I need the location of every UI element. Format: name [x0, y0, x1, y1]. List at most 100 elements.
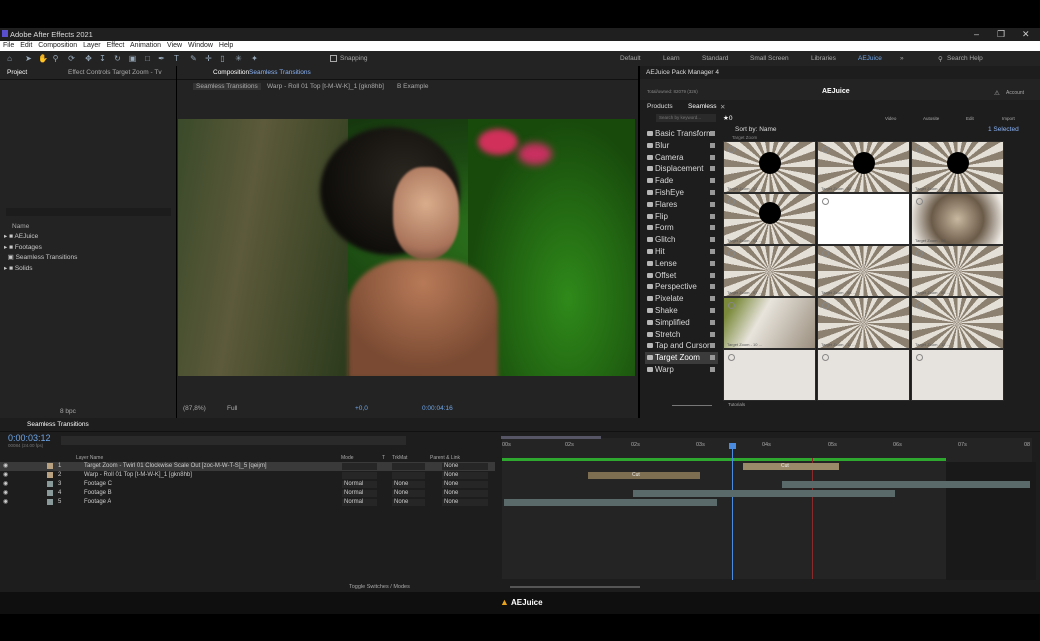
resolution-dropdown[interactable]: Full — [227, 405, 237, 412]
preset-select-icon[interactable] — [916, 198, 923, 205]
work-area-bar[interactable] — [502, 458, 946, 461]
preset-thumbnail[interactable] — [723, 349, 816, 401]
layer-mode[interactable]: Normal — [342, 481, 377, 488]
menu-animation[interactable]: Animation — [130, 42, 161, 49]
layer-row[interactable]: ◉ 4 Footage B Normal None None — [0, 489, 495, 498]
close-tab-icon[interactable]: ✕ — [720, 103, 725, 111]
eye-icon[interactable]: ◉ — [3, 471, 8, 480]
category-favorite-icon[interactable] — [710, 178, 715, 184]
bpc-label[interactable]: 8 bpc — [60, 408, 76, 415]
layer-parent[interactable]: None — [442, 472, 488, 479]
category-target-zoom[interactable]: Target Zoom — [645, 352, 718, 364]
category-favorite-icon[interactable] — [710, 154, 715, 160]
category-offset[interactable]: Offset — [645, 270, 718, 282]
more-workspaces-icon[interactable]: » — [900, 55, 904, 62]
preset-thumbnail[interactable]: Target Zoom - 01 ... — [723, 141, 816, 193]
category-form[interactable]: Form — [645, 222, 718, 234]
toggle-switches-modes[interactable]: Toggle Switches / Modes — [349, 584, 410, 590]
category-fade[interactable]: Fade — [645, 175, 718, 187]
project-search-input[interactable] — [6, 208, 171, 216]
workspace-aejuice[interactable]: AEJuice — [858, 55, 882, 62]
breadcrumb-seamless[interactable]: Seamless Transitions — [193, 83, 261, 90]
layer-mode[interactable] — [342, 463, 377, 470]
tab-project[interactable]: Project — [7, 69, 27, 76]
eraser-tool-icon[interactable]: ▯ — [218, 54, 227, 63]
close-icon[interactable]: ✕ — [1022, 29, 1030, 40]
selection-tool-icon[interactable]: ➤ — [24, 54, 33, 63]
preset-select-icon[interactable] — [728, 302, 735, 309]
tab-products[interactable]: Products — [647, 103, 673, 110]
action-import[interactable]: Import — [1002, 116, 1015, 121]
clip-footage-c[interactable] — [782, 481, 1030, 488]
category-favorite-icon[interactable] — [710, 296, 715, 302]
workspace-small-screen[interactable]: Small Screen — [750, 55, 789, 62]
layer-row[interactable]: ◉ 5 Footage A Normal None None — [0, 498, 495, 507]
category-favorite-icon[interactable] — [710, 366, 715, 372]
composition-viewer[interactable] — [178, 119, 635, 376]
roto-tool-icon[interactable]: ✳ — [234, 54, 243, 63]
preset-select-icon[interactable] — [728, 146, 735, 153]
eye-icon[interactable]: ◉ — [3, 489, 8, 498]
rectangle-tool-icon[interactable]: □ — [143, 54, 152, 63]
layer-trkmat[interactable]: None — [392, 481, 425, 488]
category-displacement[interactable]: Displacement — [645, 163, 718, 175]
clone-tool-icon[interactable]: ✛ — [204, 54, 213, 63]
zoom-tool-icon[interactable]: ⚲ — [51, 54, 60, 63]
category-favorite-icon[interactable] — [710, 355, 715, 361]
tutorials-link[interactable]: Tutorials — [728, 402, 745, 407]
layer-color-label[interactable] — [47, 490, 53, 496]
preset-thumbnail[interactable]: Target Zoom - 06 ... — [911, 193, 1004, 245]
preset-thumbnail[interactable]: Target Zoom - 08 ... — [817, 245, 910, 297]
preset-thumbnail[interactable] — [911, 349, 1004, 401]
action-edit[interactable]: Edit — [966, 116, 974, 121]
puppet-tool-icon[interactable]: ✦ — [250, 54, 259, 63]
layer-trkmat[interactable] — [392, 472, 425, 479]
dolly-tool-icon[interactable]: ↧ — [98, 54, 107, 63]
pan-tool-icon[interactable]: ✥ — [84, 54, 93, 63]
timeline-timecode[interactable]: 0:00:03:12 — [8, 433, 51, 443]
category-favorite-icon[interactable] — [710, 131, 715, 136]
category-favorite-icon[interactable] — [710, 260, 715, 266]
category-favorite-icon[interactable] — [710, 213, 715, 219]
layer-mode[interactable]: Normal — [342, 499, 377, 506]
preset-select-icon[interactable] — [822, 302, 829, 309]
category-warp[interactable]: Warp — [645, 364, 718, 376]
preset-thumbnail[interactable]: Target Zoom - 02 ... — [817, 141, 910, 193]
clip-layer-1[interactable]: Cut — [743, 463, 839, 470]
category-shake[interactable]: Shake — [645, 305, 718, 317]
layer-parent[interactable]: None — [442, 490, 488, 497]
menu-layer[interactable]: Layer — [83, 42, 101, 49]
preset-select-icon[interactable] — [728, 250, 735, 257]
category-favorite-icon[interactable] — [710, 237, 715, 243]
preset-thumbnail[interactable]: Target Zoom - 04 ... — [723, 193, 816, 245]
pack-search-input[interactable]: Search by keyword... — [656, 114, 716, 122]
search-help-input[interactable]: Search Help — [947, 55, 983, 62]
action-video[interactable]: Video — [885, 116, 896, 121]
category-favorite-icon[interactable] — [710, 201, 715, 207]
timeline-search-input[interactable] — [61, 436, 406, 445]
preset-thumbnail[interactable]: Target Zoom - 12 ... — [911, 297, 1004, 349]
clip-footage-b[interactable] — [633, 490, 895, 497]
pen-tool-icon[interactable]: ✒ — [157, 54, 166, 63]
category-favorite-icon[interactable] — [710, 343, 715, 349]
orbit-tool-icon[interactable]: ⟳ — [67, 54, 76, 63]
category-favorite-icon[interactable] — [710, 319, 715, 325]
breadcrumb-example[interactable]: B Example — [397, 83, 428, 90]
clip-layer-2[interactable]: Cut — [588, 472, 700, 479]
preset-thumbnail[interactable]: Target Zoom - 11 ... — [817, 297, 910, 349]
preset-select-icon[interactable] — [916, 354, 923, 361]
bell-icon[interactable]: ⚠ — [994, 89, 1000, 97]
layer-parent[interactable]: None — [442, 499, 488, 506]
menu-effect[interactable]: Effect — [107, 42, 125, 49]
work-area-top-bar[interactable] — [501, 436, 601, 439]
category-blur[interactable]: Blur — [645, 140, 718, 152]
tab-composition-name[interactable]: Seamless Transitions — [249, 69, 311, 76]
category-favorite-icon[interactable] — [710, 307, 715, 313]
category-favorite-icon[interactable] — [710, 142, 715, 148]
project-item-solids[interactable]: ▸ ■ Solids — [4, 264, 174, 275]
menu-view[interactable]: View — [167, 42, 182, 49]
layer-mode[interactable] — [342, 472, 377, 479]
workspace-libraries[interactable]: Libraries — [811, 55, 836, 62]
layer-color-label[interactable] — [47, 472, 53, 478]
tab-seamless[interactable]: Seamless — [688, 103, 717, 110]
